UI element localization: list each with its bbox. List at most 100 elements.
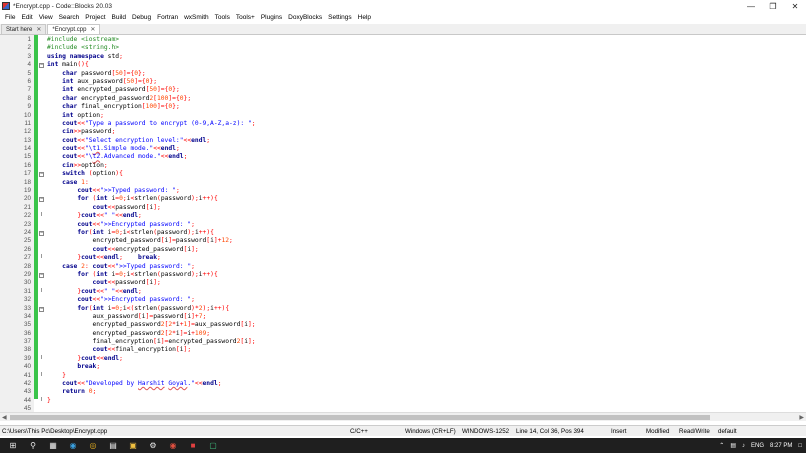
clock[interactable]: 8:27 PM — [770, 443, 792, 449]
menu-search[interactable]: Search — [56, 14, 83, 21]
search-icon[interactable]: ⚲ — [26, 440, 40, 452]
code-line[interactable]: 24 − for(int i=0;i<strlen(password);i++){ — [24, 229, 806, 237]
code-line[interactable]: 44} — [24, 396, 806, 405]
code-line[interactable]: 2 #include <string.h> — [27, 44, 806, 52]
maximize-icon[interactable]: ❐ — [762, 0, 784, 12]
menu-fortran[interactable]: Fortran — [154, 14, 181, 21]
menu-view[interactable]: View — [36, 14, 56, 21]
fold-toggle-icon[interactable]: − — [39, 306, 44, 312]
menu-project[interactable]: Project — [82, 14, 108, 21]
store-icon[interactable]: ▤ — [106, 440, 120, 452]
menu-debug[interactable]: Debug — [129, 14, 154, 21]
code-line[interactable]: 9 char final_encryption[100]={0}; — [27, 103, 806, 111]
network-icon[interactable]: ▤ — [730, 442, 736, 449]
menu-plugins[interactable]: Plugins — [258, 14, 285, 21]
menu-doxyblocks[interactable]: DoxyBlocks — [285, 14, 325, 21]
fold-toggle-icon[interactable]: − — [39, 172, 44, 178]
fold-toggle-icon[interactable]: − — [39, 230, 44, 236]
scroll-right-icon[interactable]: ▶ — [799, 414, 804, 421]
code-line[interactable]: 25 encrypted_password[i]=password[i]+12; — [24, 237, 806, 245]
code-line[interactable]: 42 cout<<"Developed by Harshit Goyal."<<… — [24, 380, 806, 388]
fold-toggle-icon[interactable]: − — [39, 272, 44, 278]
code-line[interactable]: 18 case 1: — [24, 179, 806, 187]
menu-file[interactable]: File — [2, 14, 18, 21]
code-line[interactable]: 35 encrypted_password2[2*i+1]=aux_passwo… — [24, 321, 806, 329]
notification-icon[interactable]: □ — [798, 443, 802, 449]
code-line[interactable]: 7 int encrypted_password[50]={0}; — [27, 86, 806, 94]
chrome-window-icon[interactable]: ◉ — [166, 440, 180, 452]
code-line[interactable]: 13 cout<<"Select encryption level:"<<end… — [24, 137, 806, 145]
chrome-icon[interactable]: ◎ — [86, 440, 100, 452]
code-line[interactable]: 30 cout<<password[i]; — [24, 279, 806, 287]
tab-close-icon[interactable]: ✕ — [36, 26, 41, 33]
code-line[interactable]: 16 cin>>option; — [24, 162, 806, 170]
code-line[interactable]: 10 int option; — [24, 112, 806, 120]
code-line[interactable]: 22 }cout<<" "<<endl; — [24, 212, 806, 220]
menu-tools[interactable]: Tools — [212, 14, 233, 21]
horizontal-scrollbar[interactable]: ◀ ▶ — [0, 412, 806, 421]
code-line[interactable]: 23 cout<<">>Encrypted password: "; — [24, 221, 806, 229]
code-area[interactable]: 1 #include <iostream> 2 #include <string.h>… — [24, 36, 806, 412]
status-position: Line 14, Col 36, Pos 394 — [516, 428, 584, 435]
code-line[interactable]: 11 cout<<"Type a password to encrypt (0-… — [24, 120, 806, 128]
code-line[interactable]: 32 cout<<">>Encrypted password: "; — [24, 296, 806, 304]
code-line[interactable]: 27 }cout<<endl; break; — [24, 254, 806, 262]
code-text: int encrypted_password[50]={0}; — [62, 86, 180, 94]
code-line[interactable]: 12 cin>>password; — [24, 128, 806, 136]
windows-start-icon[interactable]: ⊞ — [6, 440, 20, 452]
code-editor[interactable]: 1 #include <iostream> 2 #include <string.h>… — [0, 35, 806, 412]
code-text: cout<<">>Typed password: "; — [77, 187, 180, 195]
code-line[interactable]: 21 cout<<password[i]; — [24, 204, 806, 212]
language-indicator[interactable]: ENG — [751, 443, 764, 449]
scroll-left-icon[interactable]: ◀ — [2, 414, 7, 421]
tab-encrypt-cpp[interactable]: *Encrypt.cpp ✕ — [47, 24, 101, 34]
code-line[interactable]: 40 break; — [24, 363, 806, 371]
fold-toggle-icon[interactable]: − — [39, 197, 44, 203]
scrollbar-thumb[interactable] — [10, 415, 710, 420]
fold-margin[interactable] — [38, 35, 47, 412]
code-line[interactable]: 17 − switch (option){ — [24, 170, 806, 178]
code-line[interactable]: 4 − int main(){ — [27, 61, 806, 69]
edge-icon[interactable]: ◉ — [66, 440, 80, 452]
menu-settings[interactable]: Settings — [325, 14, 355, 21]
code-line[interactable]: 28 case 2: cout<<">>Typed password: "; — [24, 263, 806, 271]
fold-toggle-icon[interactable]: − — [39, 63, 44, 69]
settings-icon[interactable]: ⚙ — [146, 440, 160, 452]
volume-icon[interactable]: ♪ — [742, 443, 745, 449]
task-view-icon[interactable]: ▦ — [46, 440, 60, 452]
code-line[interactable]: 41 } — [24, 371, 806, 380]
code-line[interactable]: 3 using namespace std; — [27, 53, 806, 61]
code-line[interactable]: 39 }cout<<endl; — [24, 354, 806, 363]
code-line[interactable]: 5 char password[50]={0}; — [27, 69, 806, 78]
menu-tools[interactable]: Tools+ — [233, 14, 258, 21]
fold-end-marker — [41, 287, 42, 292]
codeblocks-taskbar-icon[interactable]: ■ — [186, 440, 200, 452]
code-line[interactable]: 33 − for(int i=0;i<(strlen(password)*2);i… — [24, 305, 806, 313]
code-line[interactable]: 34 aux_password[i]=password[i]+7; — [24, 313, 806, 321]
code-text: char password[50]={0}; — [62, 69, 146, 77]
tab-start-here[interactable]: Start here ✕ — [1, 24, 47, 34]
minimize-icon[interactable]: — — [740, 0, 762, 12]
code-line[interactable]: 37 final_encryption[i]=encrypted_passwor… — [24, 338, 806, 346]
code-line[interactable]: 38 cout<<final_encryption[i]; — [24, 346, 806, 354]
code-line[interactable]: 20 − for (int i=0;i<strlen(password);i++)… — [24, 195, 806, 203]
code-line[interactable]: 1 #include <iostream> — [27, 36, 806, 44]
code-line[interactable]: 29 − for (int i=0;i<strlen(password);i++)… — [24, 271, 806, 279]
app-window-icon[interactable]: ▢ — [206, 440, 220, 452]
tab-close-icon[interactable]: ✕ — [90, 26, 95, 33]
menu-wxsmith[interactable]: wxSmith — [181, 14, 212, 21]
file-explorer-icon[interactable]: ▣ — [126, 440, 140, 452]
code-line[interactable]: 14 cout<<"\t1.Simple mode."<<endl; — [24, 145, 806, 153]
close-icon[interactable]: ✕ — [784, 0, 806, 12]
menu-edit[interactable]: Edit — [18, 14, 35, 21]
code-line[interactable]: 26 cout<<encrypted_password[i]; — [24, 246, 806, 254]
code-line[interactable]: 15 cout<<"\t2.Advanced mode."<<endl; — [24, 153, 806, 161]
code-line[interactable]: 31 }cout<<" "<<endl; — [24, 287, 806, 296]
chevron-up-icon[interactable]: ⌃ — [719, 442, 724, 449]
code-line[interactable]: 8 char encrypted_password2[100]={0}; — [27, 95, 806, 103]
menu-help[interactable]: Help — [355, 14, 374, 21]
code-line[interactable]: 36 encrypted_password2[2*i]=i+109; — [24, 330, 806, 338]
code-line[interactable]: 45 — [24, 405, 806, 412]
code-line[interactable]: 43 return 0; — [24, 388, 806, 396]
menu-build[interactable]: Build — [109, 14, 129, 21]
